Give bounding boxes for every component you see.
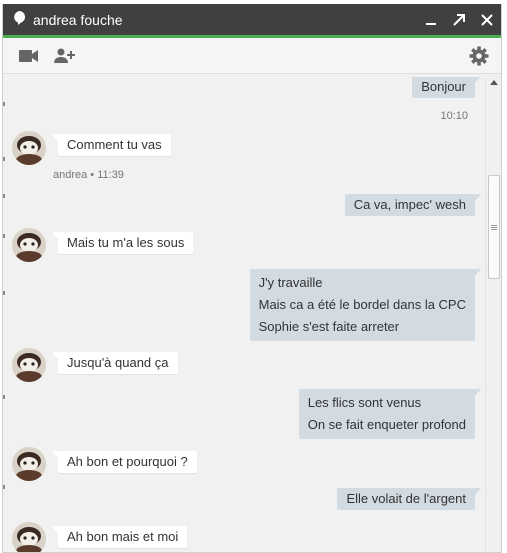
avatar[interactable] xyxy=(12,131,46,165)
popout-icon[interactable] xyxy=(445,4,473,37)
add-person-icon[interactable] xyxy=(47,41,83,71)
message-text: Jusqu'à quand ça xyxy=(67,355,169,370)
message-text: Ca va, impec' wesh xyxy=(353,197,466,212)
chat-titlebar[interactable]: andrea fouche xyxy=(3,4,501,38)
message-bubble-incoming: Comment tu vas xyxy=(52,134,171,156)
message-bubble-outgoing: J'y travaille Mais ca a été le bordel da… xyxy=(249,269,482,341)
vertical-scrollbar[interactable] xyxy=(485,77,501,552)
close-icon[interactable] xyxy=(473,4,501,37)
message-text: Sophie s'est faite arreter xyxy=(258,319,400,334)
message-bubble-incoming: Ah bon mais et moi xyxy=(51,526,188,548)
message-text: On se fait enqueter profond xyxy=(307,417,466,432)
message-sender-time: andrea • 11:39 xyxy=(53,169,124,181)
message-text: Mais tu m'a les sous xyxy=(67,235,185,250)
message-text: Bonjour xyxy=(421,79,466,94)
message-bubble-incoming: Mais tu m'a les sous xyxy=(51,232,194,254)
edge-mark xyxy=(3,395,5,399)
scroll-up-arrow-icon[interactable] xyxy=(486,79,501,91)
message-bubble-outgoing: Les flics sont venus On se fait enqueter… xyxy=(298,389,482,439)
avatar[interactable] xyxy=(12,348,46,382)
message-text: Les flics sont venus xyxy=(307,395,422,410)
minimize-icon[interactable] xyxy=(417,4,445,37)
message-timestamp: 10:10 xyxy=(440,110,468,122)
edge-mark xyxy=(3,157,5,161)
avatar[interactable] xyxy=(12,447,46,481)
message-list[interactable]: Bonjour 10:10 Comment tu vas andrea • 11… xyxy=(3,77,486,552)
edge-mark xyxy=(3,485,5,489)
message-text: Ah bon mais et moi xyxy=(67,529,179,544)
message-bubble-incoming: Ah bon et pourquoi ? xyxy=(52,451,197,473)
video-call-icon[interactable] xyxy=(11,41,47,71)
message-text: Ah bon et pourquoi ? xyxy=(67,454,188,469)
gear-icon[interactable] xyxy=(461,41,497,71)
message-text: Mais ca a été le bordel dans la CPC xyxy=(258,297,466,312)
edge-mark xyxy=(3,194,5,198)
grip-icon xyxy=(491,224,497,230)
chat-window: andrea fouche Bonjour 10:10 Comment tu v… xyxy=(2,4,502,553)
message-bubble-outgoing: Elle volait de l'argent xyxy=(337,488,481,510)
edge-mark xyxy=(3,291,5,295)
avatar[interactable] xyxy=(12,228,46,262)
message-bubble-outgoing: Bonjour xyxy=(412,77,481,98)
edge-mark xyxy=(3,102,5,106)
message-bubble-incoming: Jusqu'à quand ça xyxy=(52,352,178,374)
message-text: Comment tu vas xyxy=(67,137,162,152)
message-bubble-outgoing: Ca va, impec' wesh xyxy=(344,194,482,216)
contact-name: andrea fouche xyxy=(33,11,123,28)
scrollbar-thumb[interactable] xyxy=(488,175,500,279)
message-text: Elle volait de l'argent xyxy=(346,491,466,506)
message-text: J'y travaille xyxy=(258,275,323,290)
chat-bubble-icon xyxy=(13,10,27,29)
chat-toolbar xyxy=(3,38,501,74)
avatar[interactable] xyxy=(12,522,46,552)
edge-mark xyxy=(3,234,5,238)
